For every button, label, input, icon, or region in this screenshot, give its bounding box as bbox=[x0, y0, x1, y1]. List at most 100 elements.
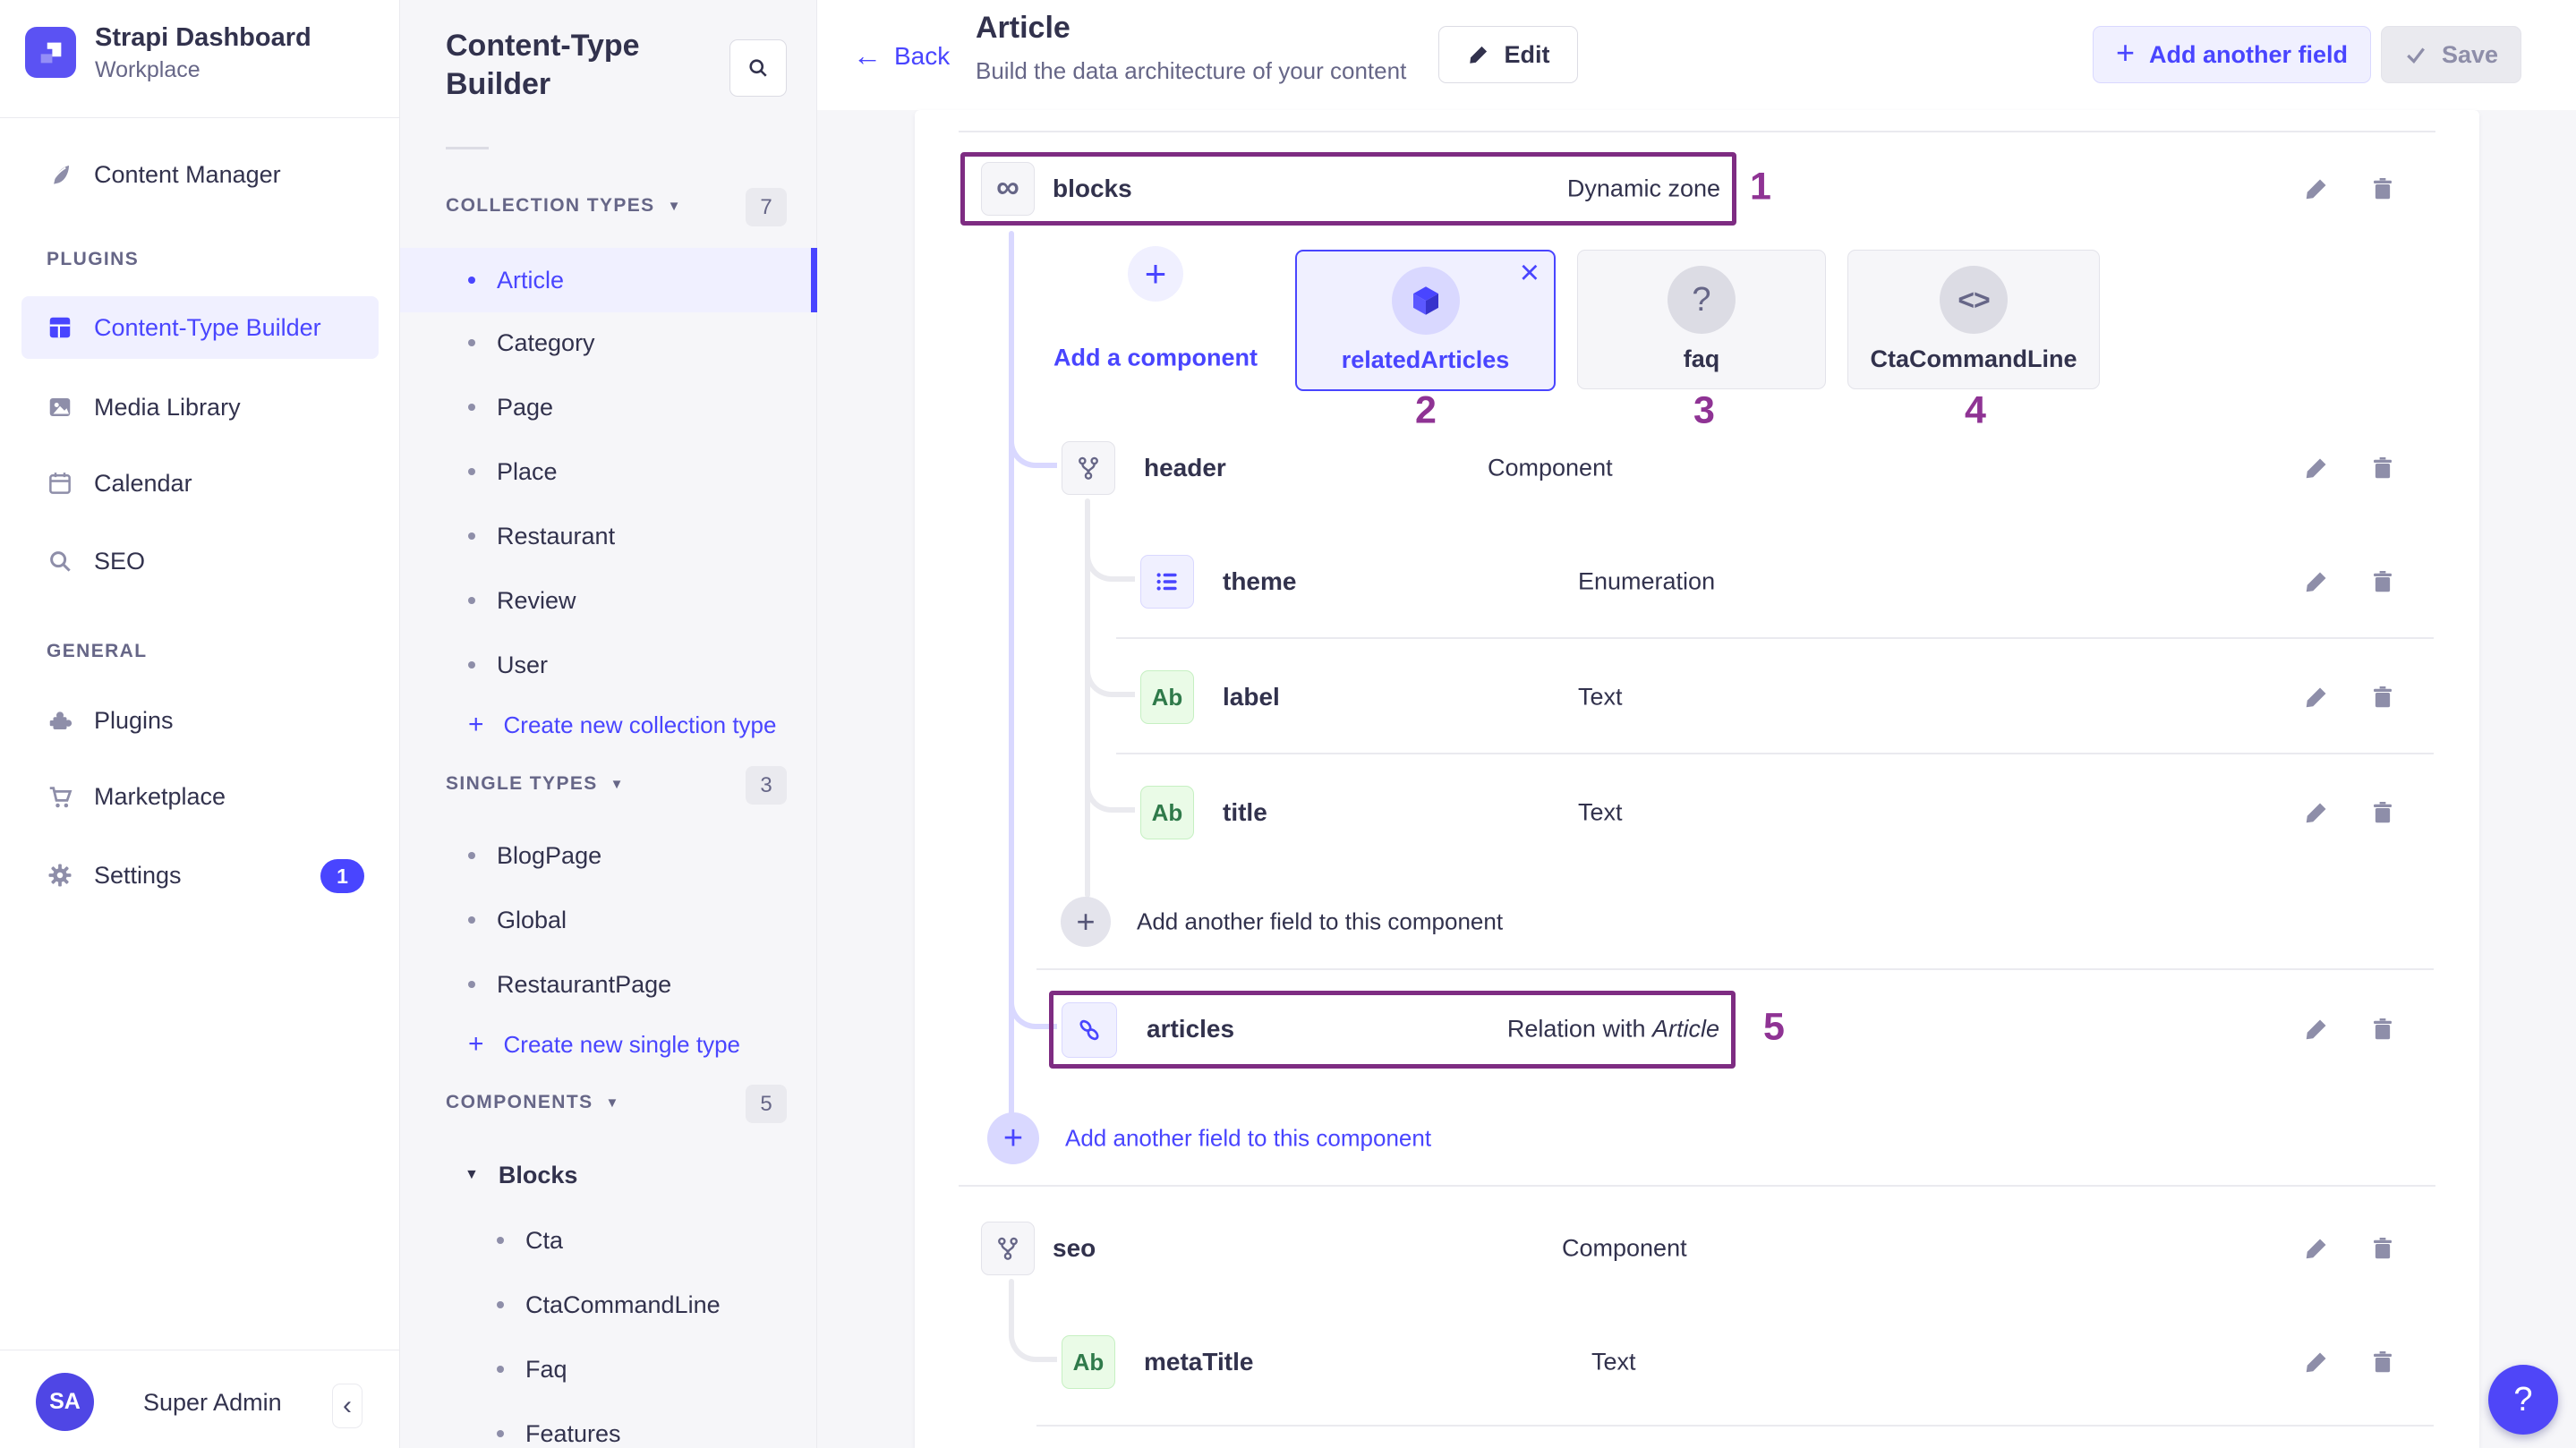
add-field-to-component-button[interactable]: + bbox=[1061, 897, 1111, 947]
annotation-number-3: 3 bbox=[1693, 389, 1715, 433]
add-another-field-button[interactable]: + Add another field bbox=[2093, 26, 2371, 83]
components-header[interactable]: COMPONENTS ▼ bbox=[446, 1092, 620, 1113]
row-actions bbox=[2302, 1015, 2397, 1043]
edit-field-button[interactable] bbox=[2302, 798, 2331, 827]
delete-field-button[interactable] bbox=[2368, 1234, 2397, 1263]
sidebar-item-label: Calendar bbox=[94, 470, 192, 498]
row-actions bbox=[2302, 175, 2397, 203]
divider bbox=[1116, 637, 2434, 639]
sidebar-item-plugins[interactable]: Plugins bbox=[21, 689, 379, 752]
create-single-type-link[interactable]: + Create new single type bbox=[468, 1029, 740, 1060]
delete-field-button[interactable] bbox=[2368, 567, 2397, 596]
sidebar-item-seo[interactable]: SEO bbox=[21, 530, 379, 592]
subnav-item-user[interactable]: User bbox=[400, 633, 817, 697]
edit-label: Edit bbox=[1505, 41, 1550, 69]
add-field-to-dynamic-zone-button[interactable]: + bbox=[987, 1112, 1039, 1164]
back-link[interactable]: ← Back bbox=[853, 39, 950, 72]
component-card-faq[interactable]: ? faq bbox=[1577, 250, 1826, 389]
add-component-label[interactable]: Add a component bbox=[1053, 345, 1258, 372]
delete-field-button[interactable] bbox=[2368, 454, 2397, 482]
plus-icon: + bbox=[468, 1029, 484, 1060]
add-field-to-dynamic-zone-label[interactable]: Add another field to this component bbox=[1065, 1125, 1431, 1153]
subnav-item-blogpage[interactable]: BlogPage bbox=[400, 823, 817, 888]
subnav-group-blocks[interactable]: ▼ Blocks bbox=[400, 1143, 817, 1207]
subnav-item-label: User bbox=[497, 652, 548, 679]
sidebar-item-content-type-builder[interactable]: Content-Type Builder bbox=[21, 296, 379, 359]
delete-field-button[interactable] bbox=[2368, 1015, 2397, 1043]
subnav-item-label: Cta bbox=[525, 1227, 563, 1255]
strapi-logo-icon bbox=[25, 27, 76, 78]
save-button[interactable]: Save bbox=[2381, 26, 2521, 83]
strapi-app: Strapi Dashboard Workplace Content Manag… bbox=[0, 0, 2576, 1448]
edit-field-button[interactable] bbox=[2302, 683, 2331, 711]
field-type-blocks: Dynamic zone bbox=[1567, 175, 1720, 203]
components-count-badge: 5 bbox=[746, 1085, 787, 1123]
sidebar-item-calendar[interactable]: Calendar bbox=[21, 452, 379, 515]
subnav-item-review[interactable]: Review bbox=[400, 568, 817, 633]
sidebar-item-content-manager[interactable]: Content Manager bbox=[21, 143, 379, 206]
add-field-to-component-label[interactable]: Add another field to this component bbox=[1137, 908, 1503, 936]
tree-line-seo bbox=[1009, 1279, 1014, 1327]
settings-notification-badge: 1 bbox=[320, 859, 364, 893]
plus-icon: + bbox=[468, 710, 484, 740]
subnav-item-category[interactable]: Category bbox=[400, 311, 817, 375]
subnav-item-global[interactable]: Global bbox=[400, 888, 817, 952]
bullet-icon bbox=[468, 277, 475, 284]
edit-field-button[interactable] bbox=[2302, 175, 2331, 203]
group-label: COMPONENTS bbox=[446, 1092, 593, 1113]
divider bbox=[1036, 1425, 2434, 1427]
delete-field-button[interactable] bbox=[2368, 798, 2397, 827]
subnav-item-place[interactable]: Place bbox=[400, 439, 817, 504]
edit-button[interactable]: Edit bbox=[1438, 26, 1578, 83]
subnav-item-restaurant[interactable]: Restaurant bbox=[400, 504, 817, 568]
sidebar-item-label: Content Manager bbox=[94, 161, 281, 189]
subnav-item-cta[interactable]: Cta bbox=[400, 1208, 817, 1273]
delete-field-button[interactable] bbox=[2368, 1348, 2397, 1376]
delete-field-button[interactable] bbox=[2368, 683, 2397, 711]
save-label: Save bbox=[2442, 41, 2498, 69]
main-content: ← Back Article Build the data architectu… bbox=[817, 0, 2576, 1448]
delete-field-button[interactable] bbox=[2368, 175, 2397, 203]
field-type-header: Component bbox=[1488, 455, 1613, 482]
add-component-button[interactable]: + bbox=[1128, 246, 1183, 302]
sidebar-item-marketplace[interactable]: Marketplace bbox=[21, 765, 379, 828]
annotation-number-4: 4 bbox=[1965, 389, 1986, 433]
create-collection-type-link[interactable]: + Create new collection type bbox=[468, 710, 776, 740]
field-name-blocks: blocks bbox=[1053, 175, 1132, 203]
subnav-item-ctacommandline[interactable]: CtaCommandLine bbox=[400, 1273, 817, 1337]
component-card-ctacommandline[interactable]: <> CtaCommandLine bbox=[1847, 250, 2100, 389]
single-types-header[interactable]: SINGLE TYPES ▼ bbox=[446, 773, 625, 795]
edit-field-button[interactable] bbox=[2302, 1348, 2331, 1376]
subnav-item-label: RestaurantPage bbox=[497, 971, 671, 999]
annotation-number-1: 1 bbox=[1750, 166, 1771, 209]
app-title: Strapi Dashboard bbox=[95, 23, 311, 53]
subnav-item-features[interactable]: Features bbox=[400, 1401, 817, 1448]
edit-field-button[interactable] bbox=[2302, 567, 2331, 596]
row-actions bbox=[2302, 1234, 2397, 1263]
gear-icon bbox=[47, 862, 73, 889]
relation-icon bbox=[1062, 1002, 1117, 1058]
edit-field-button[interactable] bbox=[2302, 1234, 2331, 1263]
component-card-label: faq bbox=[1684, 345, 1720, 373]
search-button[interactable] bbox=[729, 39, 787, 97]
edit-field-button[interactable] bbox=[2302, 454, 2331, 482]
edit-field-button[interactable] bbox=[2302, 1015, 2331, 1043]
tree-branch bbox=[1085, 542, 1135, 582]
subnav-item-article[interactable]: Article bbox=[400, 248, 817, 312]
sidebar-item-media-library[interactable]: Media Library bbox=[21, 376, 379, 439]
field-name-metatitle: metaTitle bbox=[1144, 1348, 1253, 1376]
component-card-relatedarticles[interactable]: × relatedArticles bbox=[1295, 250, 1556, 391]
field-name-theme: theme bbox=[1223, 567, 1296, 596]
tree-line-dynamic-zone bbox=[1009, 231, 1014, 1115]
sidebar-item-label: Content-Type Builder bbox=[94, 314, 321, 342]
collection-types-header[interactable]: COLLECTION TYPES ▼ bbox=[446, 195, 682, 217]
subnav-item-faq[interactable]: Faq bbox=[400, 1337, 817, 1401]
subnav-item-restaurantpage[interactable]: RestaurantPage bbox=[400, 952, 817, 1017]
help-button[interactable]: ? bbox=[2488, 1365, 2558, 1435]
close-icon[interactable]: × bbox=[1520, 253, 1540, 294]
collapse-sidebar-button[interactable]: ‹ bbox=[332, 1384, 363, 1428]
user-name: Super Admin bbox=[143, 1389, 282, 1417]
text-field-icon: Ab bbox=[1140, 670, 1194, 724]
subnav-item-page[interactable]: Page bbox=[400, 375, 817, 439]
field-type-articles: Relation with Article bbox=[1507, 1016, 1719, 1043]
